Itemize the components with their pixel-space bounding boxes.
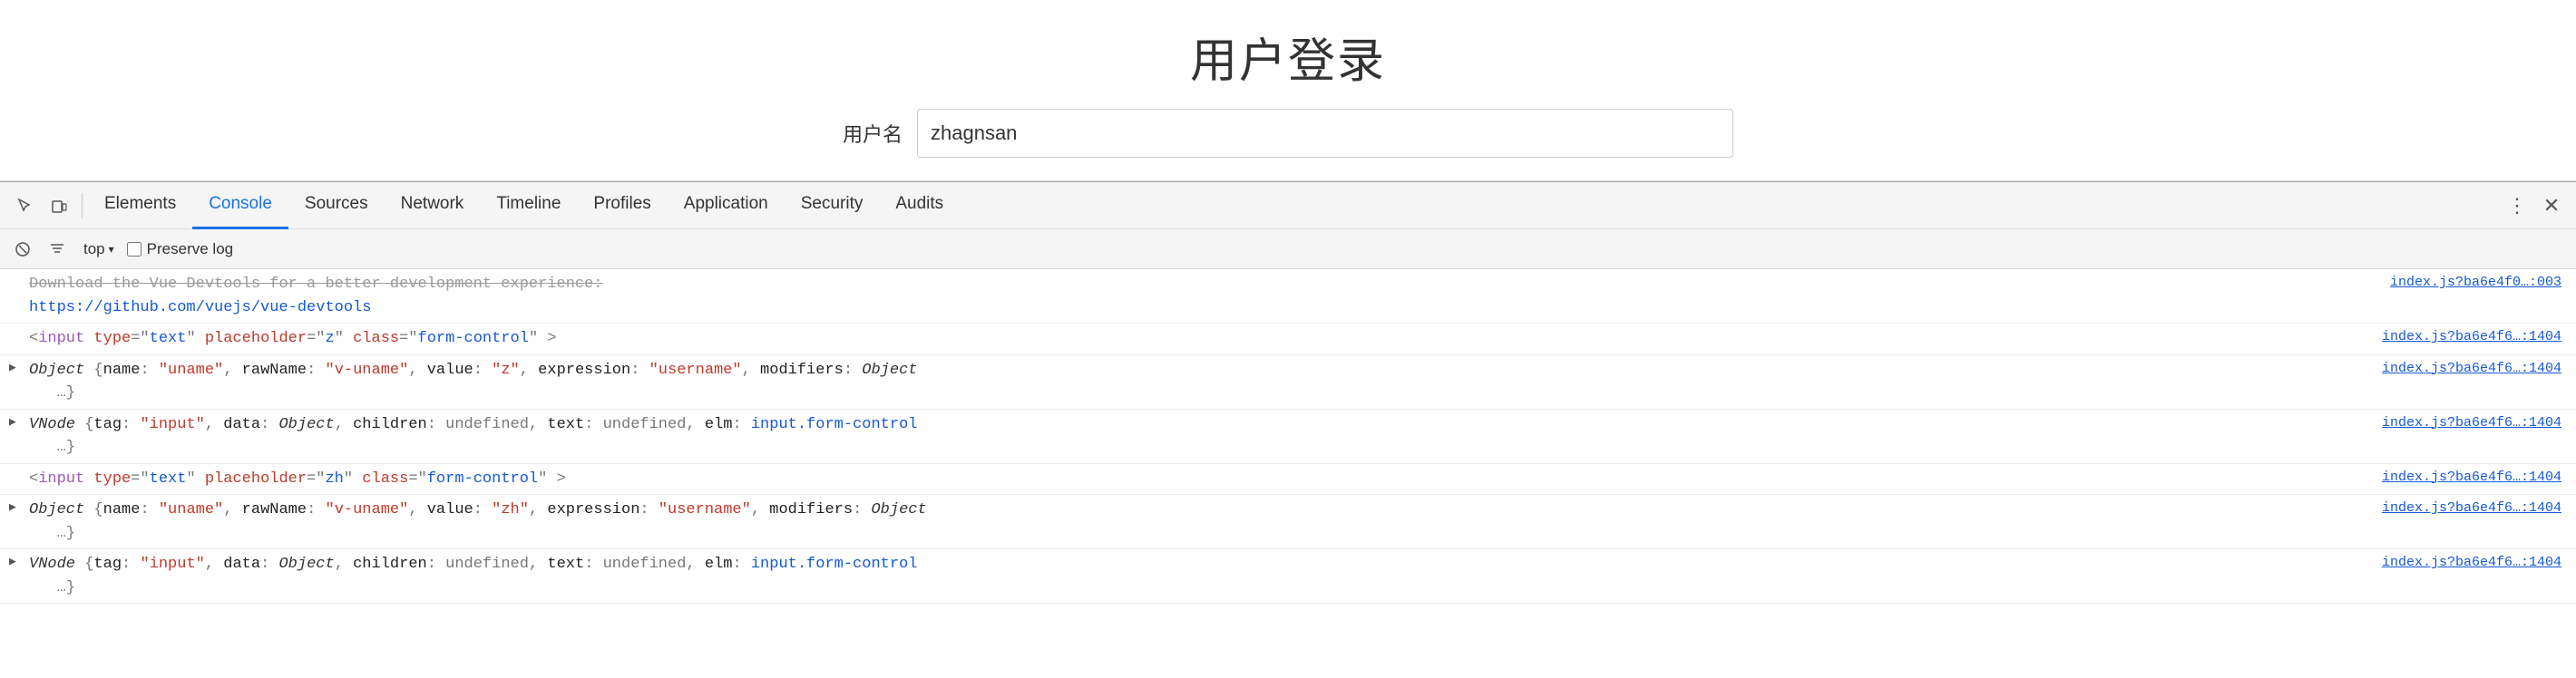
log-entry: ▶ VNode {tag: "input", data: Object, chi… (0, 549, 2576, 604)
devtools-panel: Elements Console Sources Network Timelin… (0, 181, 2576, 678)
log-entry: Download the Vue Devtools for a better d… (0, 269, 2576, 324)
log-entry: ▶ VNode {tag: "input", data: Object, chi… (0, 410, 2576, 464)
log-source[interactable]: index.js?ba6e4f6…:1404 (2382, 361, 2561, 376)
inspect-icon[interactable] (7, 189, 42, 223)
page-title: 用户登录 (1190, 23, 1386, 91)
device-toggle-icon[interactable] (42, 189, 76, 223)
log-content: VNode {tag: "input", data: Object, child… (29, 553, 2576, 599)
log-content: Object {name: "uname", rawName: "v-uname… (29, 499, 2576, 545)
console-toolbar: top ▾ Preserve log (0, 229, 2576, 269)
form-label: 用户名 (843, 119, 903, 148)
log-source[interactable]: index.js?ba6e4f6…:1404 (2382, 329, 2561, 344)
tab-timeline[interactable]: Timeline (480, 182, 577, 229)
preserve-log-checkbox[interactable] (127, 242, 141, 257)
more-options-icon[interactable]: ⋮ (2500, 189, 2534, 223)
expand-arrow[interactable]: ▶ (9, 555, 16, 568)
form-row: 用户名 (843, 109, 1733, 158)
log-source[interactable]: index.js?ba6e4f6…:1404 (2382, 555, 2561, 570)
tab-audits[interactable]: Audits (879, 182, 960, 229)
log-entry: ▶ Object {name: "uname", rawName: "v-una… (0, 355, 2576, 410)
expand-arrow[interactable]: ▶ (9, 361, 16, 374)
toolbar-separator (82, 193, 83, 218)
log-content: <input type="text" placeholder="z" class… (29, 327, 2576, 351)
page-area: 用户登录 用户名 (0, 0, 2576, 181)
log-content: Download the Vue Devtools for a better d… (29, 273, 2576, 319)
tab-sources[interactable]: Sources (288, 182, 385, 229)
expand-arrow[interactable]: ▶ (9, 415, 16, 429)
log-entry: <input type="text" placeholder="z" class… (0, 324, 2576, 355)
tab-security[interactable]: Security (785, 182, 880, 229)
username-input[interactable] (917, 109, 1733, 158)
log-content: VNode {tag: "input", data: Object, child… (29, 413, 2576, 460)
tab-network[interactable]: Network (385, 182, 481, 229)
tab-profiles[interactable]: Profiles (577, 182, 667, 229)
log-source[interactable]: index.js?ba6e4f6…:1404 (2382, 500, 2561, 516)
log-entry: ▶ Object {name: "uname", rawName: "v-una… (0, 495, 2576, 549)
close-devtools-icon[interactable]: ✕ (2534, 189, 2569, 223)
tab-elements[interactable]: Elements (88, 182, 192, 229)
expand-arrow[interactable]: ▶ (9, 500, 16, 514)
tab-application[interactable]: Application (668, 182, 785, 229)
preserve-log-label[interactable]: Preserve log (127, 240, 233, 258)
level-filter-select[interactable]: top ▾ (78, 238, 120, 260)
clear-console-icon[interactable] (9, 236, 36, 263)
log-entry: <input type="text" placeholder="zh" clas… (0, 464, 2576, 496)
log-content: Object {name: "uname", rawName: "v-uname… (29, 359, 2576, 405)
console-log-area[interactable]: Download the Vue Devtools for a better d… (0, 269, 2576, 678)
tab-console[interactable]: Console (192, 182, 288, 229)
filter-icon[interactable] (44, 236, 71, 263)
log-source[interactable]: index.js?ba6e4f6…:1404 (2382, 415, 2561, 431)
log-source[interactable]: index.js?ba6e4f0…:003 (2390, 275, 2561, 290)
log-source[interactable]: index.js?ba6e4f6…:1404 (2382, 470, 2561, 485)
log-content: <input type="text" placeholder="zh" clas… (29, 468, 2576, 491)
devtools-tabbar: Elements Console Sources Network Timelin… (0, 182, 2576, 229)
chevron-down-icon: ▾ (109, 243, 114, 256)
